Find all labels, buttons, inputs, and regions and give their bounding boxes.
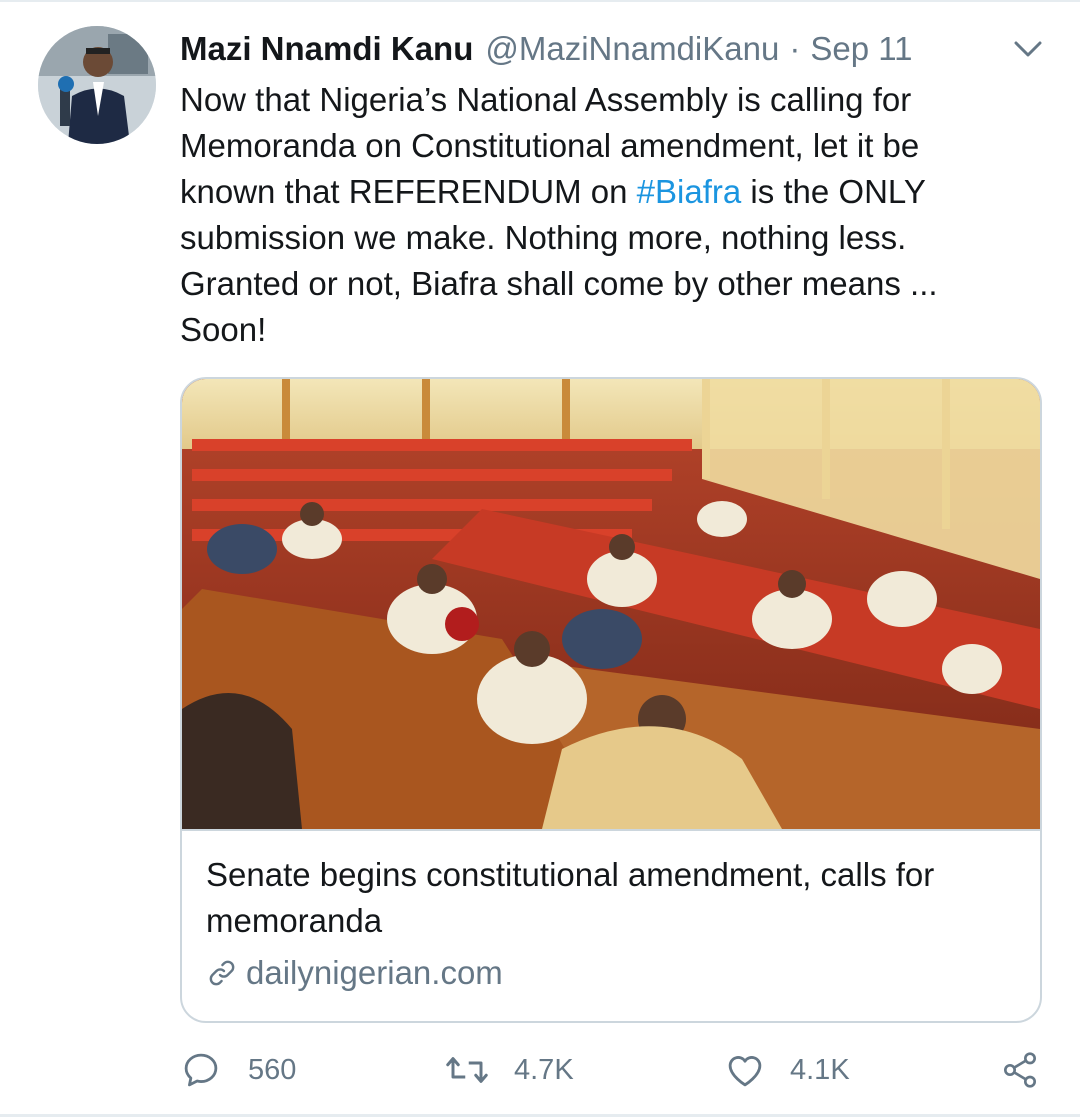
tweet-date[interactable]: Sep 11	[810, 30, 912, 68]
tweet-text-segment: Now that Nigeria’s National Assembly is …	[180, 81, 912, 118]
retweet-count: 4.7K	[514, 1053, 574, 1086]
tweet-line: Now that Nigeria’s National Assembly is …	[180, 77, 1030, 123]
tweet-line: Soon!	[180, 307, 1030, 353]
card-image[interactable]	[182, 379, 1040, 829]
like-count: 4.1K	[790, 1053, 850, 1086]
reply-count: 560	[248, 1053, 297, 1086]
card-domain: dailynigerian.com	[246, 954, 503, 991]
tweet-actions: 560 4.7K 4.1K	[180, 1046, 1042, 1094]
separator-dot: ·	[789, 30, 801, 67]
tweet-text: Now that Nigeria’s National Assembly is …	[180, 77, 1030, 353]
share-button[interactable]	[1000, 1050, 1040, 1095]
top-divider	[0, 0, 1080, 2]
display-name[interactable]: Mazi Nnamdi Kanu	[180, 30, 473, 68]
tweet-header: Mazi Nnamdi Kanu @MaziNnamdiKanu · Sep 1…	[180, 24, 912, 74]
tweet-text-segment: Memoranda on Constitutional amendment, l…	[180, 127, 920, 164]
tweet-line: known that REFERENDUM on #Biafra is the …	[180, 169, 1030, 215]
retweet-icon	[446, 1057, 488, 1083]
tweet-text-segment: is the ONLY	[741, 173, 926, 210]
link-card[interactable]: Senate begins constitutional amendment, …	[180, 377, 1042, 1023]
like-button[interactable]: 4.1K	[724, 1046, 850, 1094]
card-link[interactable]: dailynigerian.com	[206, 953, 503, 993]
user-handle[interactable]: @MaziNnamdiKanu	[485, 30, 779, 68]
tweet-text-segment: Granted or not, Biafra shall come by oth…	[180, 265, 938, 302]
reply-button[interactable]: 560	[180, 1046, 296, 1094]
tweet-line: Granted or not, Biafra shall come by oth…	[180, 261, 1030, 307]
like-icon	[728, 1056, 762, 1087]
card-divider	[182, 829, 1040, 831]
card-title[interactable]: Senate begins constitutional amendment, …	[206, 852, 1016, 944]
tweet-text-segment: known that REFERENDUM on	[180, 173, 637, 210]
share-icon	[1004, 1052, 1036, 1088]
chevron-down-icon[interactable]	[1010, 34, 1046, 64]
tweet-line: Memoranda on Constitutional amendment, l…	[180, 123, 1030, 169]
tweet-text-segment: Soon!	[180, 311, 267, 348]
hashtag-link[interactable]: #Biafra	[637, 173, 742, 210]
tweet-line: submission we make. Nothing more, nothin…	[180, 215, 1030, 261]
link-icon	[209, 960, 235, 986]
avatar[interactable]	[38, 26, 156, 144]
reply-icon	[184, 1053, 218, 1087]
tweet-text-segment: submission we make. Nothing more, nothin…	[180, 219, 907, 256]
retweet-button[interactable]: 4.7K	[444, 1046, 574, 1094]
